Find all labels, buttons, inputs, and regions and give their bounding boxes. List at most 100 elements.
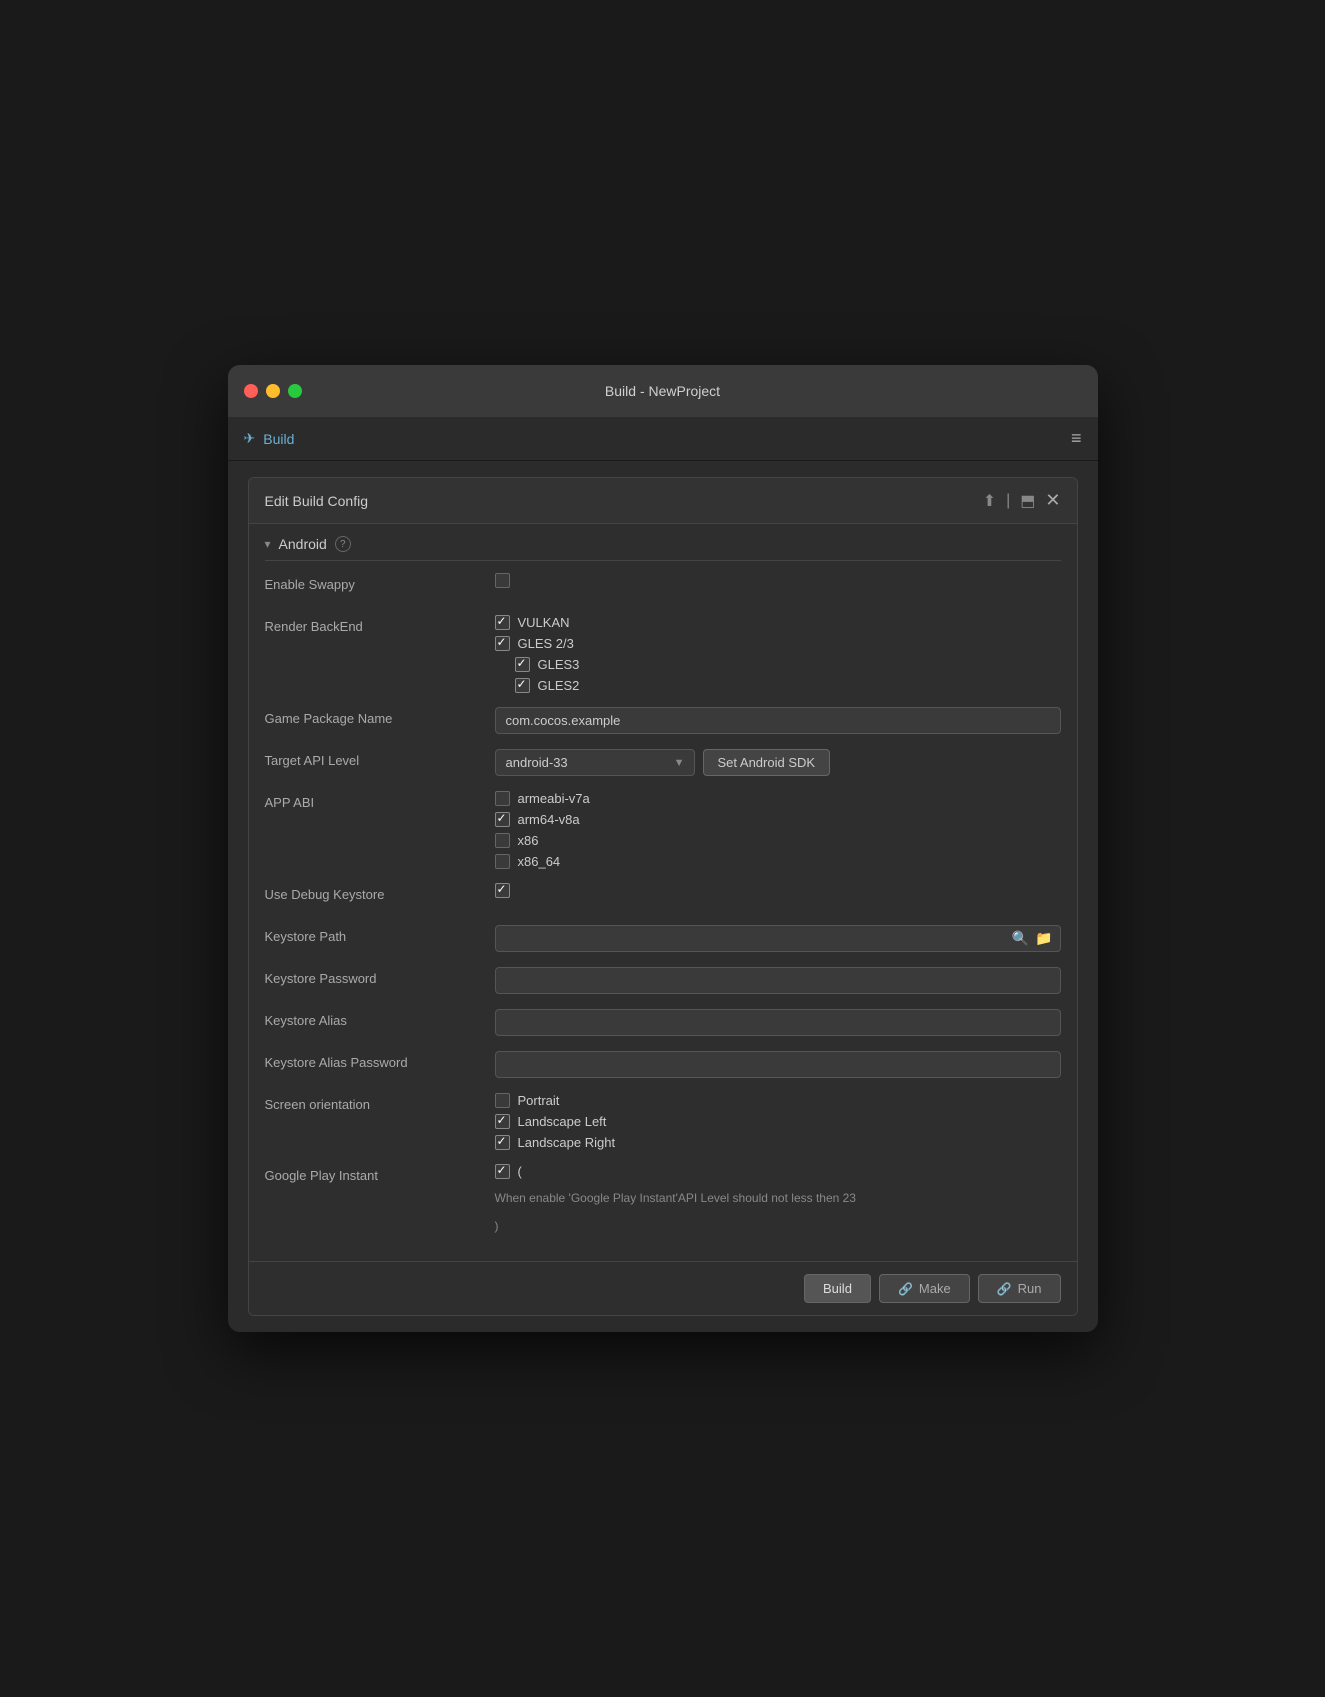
use-debug-keystore-row: Use Debug Keystore bbox=[265, 883, 1061, 911]
make-button-label: Make bbox=[919, 1281, 951, 1296]
gles2-row: GLES2 bbox=[495, 678, 1061, 693]
hamburger-icon[interactable]: ≡ bbox=[1071, 428, 1082, 449]
screen-orientation-label: Screen orientation bbox=[265, 1093, 495, 1112]
portrait-checkbox[interactable] bbox=[495, 1093, 510, 1108]
window-title: Build - NewProject bbox=[605, 383, 720, 399]
config-panel-title: Edit Build Config bbox=[265, 493, 369, 509]
enable-swappy-control bbox=[495, 573, 1061, 588]
folder-icon[interactable]: 📁 bbox=[1035, 930, 1052, 947]
keystore-password-label: Keystore Password bbox=[265, 967, 495, 986]
close-button[interactable] bbox=[244, 384, 258, 398]
google-play-instant-label: Google Play Instant bbox=[265, 1164, 495, 1183]
set-android-sdk-button[interactable]: Set Android SDK bbox=[703, 749, 831, 776]
config-close-button[interactable]: ✕ bbox=[1045, 490, 1060, 511]
target-api-level-select-row: android-33 android-32 android-31 android… bbox=[495, 749, 1061, 776]
portrait-label: Portrait bbox=[518, 1093, 560, 1108]
google-play-instant-checkbox[interactable] bbox=[495, 1164, 510, 1179]
landscape-right-checkbox[interactable] bbox=[495, 1135, 510, 1150]
vulkan-label: VULKAN bbox=[518, 615, 570, 630]
keystore-password-control bbox=[495, 967, 1061, 994]
google-play-instant-checkbox-row: ( bbox=[495, 1164, 1061, 1179]
target-api-level-label: Target API Level bbox=[265, 749, 495, 768]
keystore-alias-password-label: Keystore Alias Password bbox=[265, 1051, 495, 1070]
keystore-alias-label: Keystore Alias bbox=[265, 1009, 495, 1028]
arm64-v8a-label: arm64-v8a bbox=[518, 812, 580, 827]
armeabi-v7a-label: armeabi-v7a bbox=[518, 791, 590, 806]
gles23-row: GLES 2/3 bbox=[495, 636, 1061, 651]
use-debug-keystore-control bbox=[495, 883, 1061, 898]
config-header: Edit Build Config ⬆ | ⬒ ✕ bbox=[249, 478, 1077, 524]
config-header-icons: ⬆ | ⬒ ✕ bbox=[983, 490, 1061, 511]
keystore-path-input[interactable] bbox=[495, 925, 1061, 952]
google-play-suffix: ) bbox=[495, 1217, 1061, 1235]
app-abi-control: armeabi-v7a arm64-v8a x86 x86_64 bbox=[495, 791, 1061, 869]
config-body: ▾ Android ? Enable Swappy Render BackEnd bbox=[249, 524, 1077, 1261]
gles3-row: GLES3 bbox=[495, 657, 1061, 672]
google-play-prefix: ( bbox=[518, 1164, 522, 1179]
build-button[interactable]: Build bbox=[804, 1274, 871, 1303]
send-icon: ✈ bbox=[244, 430, 256, 447]
render-backend-label: Render BackEnd bbox=[265, 615, 495, 634]
target-api-level-row: Target API Level android-33 android-32 a… bbox=[265, 749, 1061, 777]
keystore-path-icons: 🔍 📁 bbox=[1012, 930, 1053, 947]
titlebar: Build - NewProject bbox=[228, 365, 1098, 417]
gles23-checkbox[interactable] bbox=[495, 636, 510, 651]
landscape-left-checkbox[interactable] bbox=[495, 1114, 510, 1129]
help-icon[interactable]: ? bbox=[335, 536, 351, 552]
armeabi-v7a-checkbox[interactable] bbox=[495, 791, 510, 806]
google-play-instant-row: Google Play Instant ( When enable 'Googl… bbox=[265, 1164, 1061, 1235]
gles2-checkbox[interactable] bbox=[515, 678, 530, 693]
target-api-level-select-wrapper: android-33 android-32 android-31 android… bbox=[495, 749, 695, 776]
arm64-v8a-checkbox[interactable] bbox=[495, 812, 510, 827]
render-backend-control: VULKAN GLES 2/3 GLES3 GLES2 bbox=[495, 615, 1061, 693]
traffic-lights bbox=[244, 384, 302, 398]
game-package-name-control bbox=[495, 707, 1061, 734]
use-debug-keystore-checkbox[interactable] bbox=[495, 883, 510, 898]
import-icon[interactable]: ⬆ bbox=[983, 491, 996, 511]
x86-64-checkbox[interactable] bbox=[495, 854, 510, 869]
gles3-label: GLES3 bbox=[538, 657, 580, 672]
x86-checkbox[interactable] bbox=[495, 833, 510, 848]
keystore-alias-password-input[interactable] bbox=[495, 1051, 1061, 1078]
enable-swappy-checkbox[interactable] bbox=[495, 573, 510, 588]
main-window: Build - NewProject ✈ Build ≡ Edit Build … bbox=[228, 365, 1098, 1332]
x86-64-row: x86_64 bbox=[495, 854, 1061, 869]
toolbar-build-label[interactable]: Build bbox=[263, 431, 294, 447]
divider: | bbox=[1006, 492, 1010, 510]
target-api-level-select[interactable]: android-33 android-32 android-31 android… bbox=[495, 749, 695, 776]
enable-swappy-label: Enable Swappy bbox=[265, 573, 495, 592]
keystore-password-input[interactable] bbox=[495, 967, 1061, 994]
make-button[interactable]: 🔗 Make bbox=[879, 1274, 970, 1303]
export-icon[interactable]: ⬒ bbox=[1020, 491, 1035, 511]
keystore-alias-password-row: Keystore Alias Password bbox=[265, 1051, 1061, 1079]
keystore-password-row: Keystore Password bbox=[265, 967, 1061, 995]
portrait-row: Portrait bbox=[495, 1093, 1061, 1108]
vulkan-row: VULKAN bbox=[495, 615, 1061, 630]
game-package-name-label: Game Package Name bbox=[265, 707, 495, 726]
config-footer: Build 🔗 Make 🔗 Run bbox=[249, 1261, 1077, 1315]
keystore-alias-input[interactable] bbox=[495, 1009, 1061, 1036]
run-link-icon: 🔗 bbox=[997, 1282, 1012, 1296]
landscape-left-row: Landscape Left bbox=[495, 1114, 1061, 1129]
game-package-name-row: Game Package Name bbox=[265, 707, 1061, 735]
vulkan-checkbox[interactable] bbox=[495, 615, 510, 630]
target-api-level-control: android-33 android-32 android-31 android… bbox=[495, 749, 1061, 776]
landscape-right-row: Landscape Right bbox=[495, 1135, 1061, 1150]
arm64-v8a-row: arm64-v8a bbox=[495, 812, 1061, 827]
android-section-title: Android bbox=[279, 536, 327, 552]
gles3-checkbox[interactable] bbox=[515, 657, 530, 672]
keystore-path-label: Keystore Path bbox=[265, 925, 495, 944]
use-debug-keystore-label: Use Debug Keystore bbox=[265, 883, 495, 902]
minimize-button[interactable] bbox=[266, 384, 280, 398]
screen-orientation-row: Screen orientation Portrait Landscape Le… bbox=[265, 1093, 1061, 1150]
gles23-label: GLES 2/3 bbox=[518, 636, 574, 651]
armeabi-v7a-row: armeabi-v7a bbox=[495, 791, 1061, 806]
landscape-left-label: Landscape Left bbox=[518, 1114, 607, 1129]
run-button[interactable]: 🔗 Run bbox=[978, 1274, 1061, 1303]
maximize-button[interactable] bbox=[288, 384, 302, 398]
keystore-path-control: 🔍 📁 bbox=[495, 925, 1061, 952]
run-button-label: Run bbox=[1018, 1281, 1042, 1296]
game-package-name-input[interactable] bbox=[495, 707, 1061, 734]
search-icon[interactable]: 🔍 bbox=[1012, 930, 1029, 947]
section-chevron-icon[interactable]: ▾ bbox=[265, 537, 271, 551]
